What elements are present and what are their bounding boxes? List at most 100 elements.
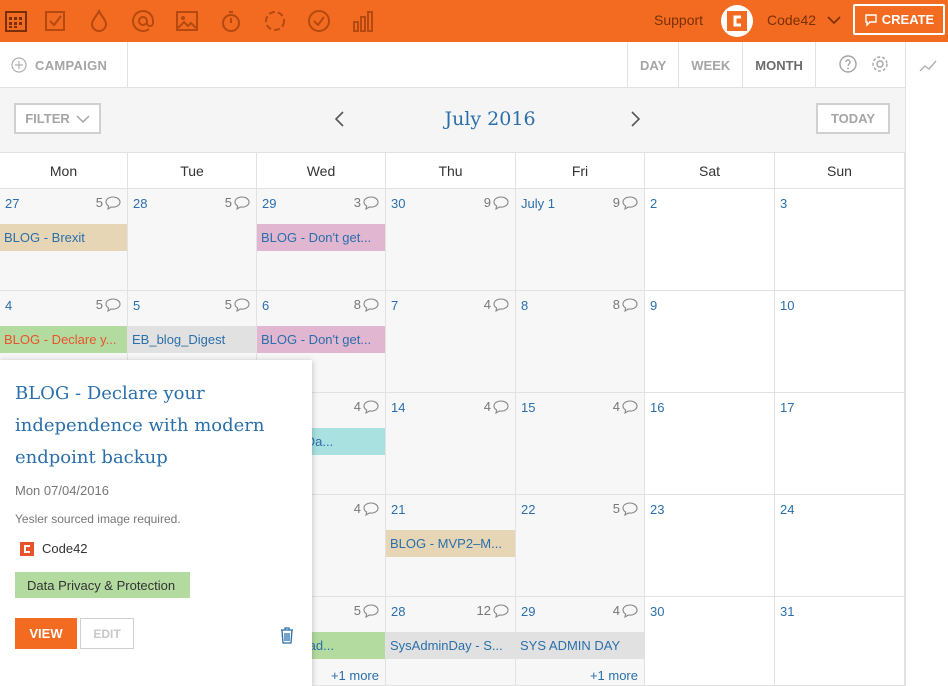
day-cell[interactable]: 28 5: [128, 189, 257, 291]
day-number: 24: [780, 502, 795, 517]
drop-icon[interactable]: [77, 0, 121, 42]
day-number: 5: [133, 298, 141, 313]
comment-count[interactable]: 12: [477, 603, 509, 618]
stopwatch-icon[interactable]: [209, 0, 253, 42]
comment-count[interactable]: 9: [484, 195, 509, 210]
day-number: 28: [391, 604, 406, 619]
popover-date: Mon 07/04/2016: [15, 483, 109, 498]
comment-icon: [105, 297, 121, 312]
tab-month[interactable]: MONTH: [743, 42, 816, 88]
view-button[interactable]: VIEW: [15, 618, 77, 649]
more-events-link[interactable]: +1 more: [331, 668, 379, 683]
help-icon[interactable]: [838, 54, 858, 74]
comment-count-value: 5: [224, 297, 232, 312]
popover-title[interactable]: BLOG - Declare your independence with mo…: [15, 378, 285, 474]
checkbox-icon[interactable]: [33, 0, 77, 42]
day-cell[interactable]: 14 4: [386, 393, 516, 495]
day-number: 27: [5, 196, 20, 211]
day-cell[interactable]: 28 12 SysAdminDay - S...: [386, 597, 516, 686]
calendar-event[interactable]: BLOG - Brexit: [0, 224, 127, 251]
comment-count[interactable]: 5: [96, 195, 121, 210]
day-number: 8: [521, 298, 529, 313]
image-icon[interactable]: [165, 0, 209, 42]
day-cell[interactable]: July 1 9: [516, 189, 645, 291]
day-number: 4: [5, 298, 13, 313]
day-number: 3: [780, 196, 788, 211]
brand-name[interactable]: Code42: [767, 12, 816, 28]
calendar-event[interactable]: SYS ADMIN DAY: [516, 632, 644, 659]
day-cell[interactable]: 23: [645, 495, 775, 597]
comment-count[interactable]: 5: [354, 603, 379, 618]
day-cell[interactable]: 31: [775, 597, 905, 686]
month-title: July 2016: [444, 108, 536, 130]
brand-logo[interactable]: [721, 5, 753, 37]
filter-button[interactable]: FILTER: [14, 103, 101, 134]
comment-count[interactable]: 3: [354, 195, 379, 210]
comment-count-value: 8: [353, 297, 361, 312]
tab-week[interactable]: WEEK: [679, 42, 744, 88]
trend-icon[interactable]: [919, 59, 937, 73]
comment-icon: [622, 603, 638, 618]
comment-count[interactable]: 8: [613, 297, 638, 312]
previous-month-button[interactable]: [333, 110, 345, 128]
comment-count[interactable]: 5: [225, 195, 250, 210]
campaign-button[interactable]: CAMPAIGN: [0, 42, 128, 88]
trash-icon[interactable]: [279, 626, 295, 644]
comment-count[interactable]: 5: [96, 297, 121, 312]
day-cell[interactable]: 29 3 BLOG - Don't get...: [257, 189, 386, 291]
comment-count[interactable]: 4: [484, 399, 509, 414]
day-cell[interactable]: 22 5: [516, 495, 645, 597]
day-cell[interactable]: 88: [516, 291, 645, 393]
calendar-event[interactable]: BLOG - Don't get...: [257, 326, 385, 353]
calendar-event[interactable]: EB_blog_Digest: [128, 326, 256, 353]
day-cell[interactable]: 17: [775, 393, 905, 495]
bar-chart-icon[interactable]: [341, 0, 385, 42]
comment-count[interactable]: 5: [225, 297, 250, 312]
day-cell[interactable]: 9: [645, 291, 775, 393]
day-cell[interactable]: 10: [775, 291, 905, 393]
day-cell[interactable]: 30: [645, 597, 775, 686]
day-number: 30: [650, 604, 665, 619]
comment-count[interactable]: 9: [613, 195, 638, 210]
support-link[interactable]: Support: [654, 12, 703, 28]
day-cell[interactable]: 24: [775, 495, 905, 597]
popover-owner: Code42: [42, 541, 88, 556]
day-cell[interactable]: 74: [386, 291, 516, 393]
day-cell[interactable]: 3: [775, 189, 905, 291]
day-cell[interactable]: 27 5 BLOG - Brexit: [0, 189, 128, 291]
more-events-link[interactable]: +1 more: [590, 668, 638, 683]
comment-count[interactable]: 4: [354, 399, 379, 414]
dashed-circle-icon[interactable]: [253, 0, 297, 42]
tab-day[interactable]: DAY: [628, 42, 680, 88]
day-cell[interactable]: 21 BLOG - MVP2–M...: [386, 495, 516, 597]
filter-label: FILTER: [25, 111, 70, 126]
comment-icon: [234, 195, 250, 210]
calendar-icon[interactable]: [0, 0, 33, 42]
chevron-down-icon[interactable]: [826, 12, 842, 28]
today-button[interactable]: TODAY: [816, 103, 890, 134]
comment-count[interactable]: 4: [613, 603, 638, 618]
calendar-event[interactable]: BLOG - MVP2–M...: [386, 530, 515, 557]
comment-count[interactable]: 8: [354, 297, 379, 312]
calendar-event[interactable]: BLOG - Declare y...: [0, 326, 127, 353]
day-cell[interactable]: 16: [645, 393, 775, 495]
gear-icon[interactable]: [870, 54, 890, 74]
comment-count[interactable]: 5: [613, 501, 638, 516]
create-button[interactable]: CREATE: [853, 4, 945, 35]
comment-count[interactable]: 4: [613, 399, 638, 414]
calendar-event[interactable]: SysAdminDay - S...: [386, 632, 515, 659]
popover-tag[interactable]: Data Privacy & Protection: [15, 572, 190, 598]
day-cell[interactable]: 2: [645, 189, 775, 291]
day-number: 29: [262, 196, 277, 211]
comment-count[interactable]: 4: [484, 297, 509, 312]
comment-icon: [363, 603, 379, 618]
next-month-button[interactable]: [630, 110, 642, 128]
at-icon[interactable]: [121, 0, 165, 42]
edit-button[interactable]: EDIT: [80, 618, 134, 649]
check-circle-icon[interactable]: [297, 0, 341, 42]
comment-count[interactable]: 4: [354, 501, 379, 516]
calendar-event[interactable]: BLOG - Don't get...: [257, 224, 385, 251]
day-cell[interactable]: 29 4 SYS ADMIN DAY +1 more: [516, 597, 645, 686]
day-cell[interactable]: 30 9: [386, 189, 516, 291]
day-cell[interactable]: 15 4: [516, 393, 645, 495]
